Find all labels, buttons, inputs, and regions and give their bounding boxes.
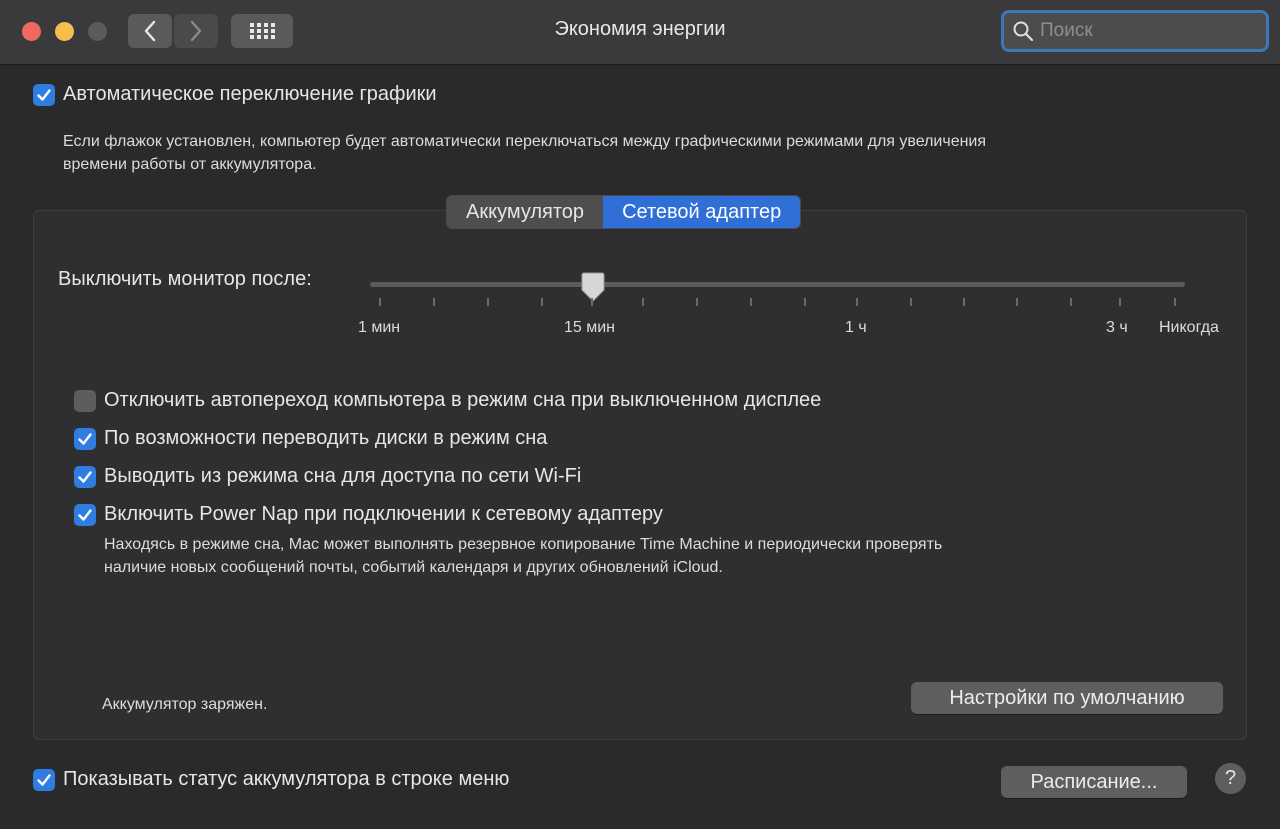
disk-sleep-checkbox[interactable]	[74, 428, 96, 450]
slider-tick	[541, 298, 543, 306]
wake-wifi-checkbox[interactable]	[74, 466, 96, 488]
display-sleep-slider-knob[interactable]	[581, 272, 605, 307]
schedule-button[interactable]: Расписание...	[1001, 766, 1187, 798]
prevent-sleep-label: Отключить автопереход компьютера в режим…	[104, 389, 822, 411]
auto-graphics-label: Автоматическое переключение графики	[63, 83, 437, 105]
tick-label-1-h: 1 ч	[845, 319, 867, 336]
slider-tick	[1016, 298, 1018, 306]
prevent-sleep-checkbox[interactable]	[74, 390, 96, 412]
slider-tick	[963, 298, 965, 306]
wake-wifi-label: Выводить из режима сна для доступа по се…	[104, 465, 582, 487]
tick-label-never: Никогда	[1159, 319, 1219, 336]
slider-tick	[379, 298, 381, 306]
checkmark-icon	[78, 509, 92, 521]
auto-graphics-checkbox[interactable]	[33, 84, 55, 106]
slider-tick	[487, 298, 489, 306]
slider-tick	[750, 298, 752, 306]
slider-tick	[642, 298, 644, 306]
slider-tick	[591, 298, 593, 306]
auto-graphics-description-line2: времени работы от аккумулятора.	[63, 156, 317, 173]
display-sleep-label: Выключить монитор после:	[58, 268, 312, 290]
slider-tick	[1070, 298, 1072, 306]
slider-thumb-icon	[581, 272, 605, 302]
checkmark-icon	[37, 774, 51, 786]
search-input[interactable]	[1040, 20, 1240, 42]
search-field[interactable]	[1001, 10, 1269, 52]
checkmark-icon	[78, 471, 92, 483]
search-icon	[1013, 21, 1034, 42]
checkmark-icon	[78, 433, 92, 445]
power-nap-label: Включить Power Nap при подключении к сет…	[104, 503, 663, 525]
power-nap-note-line2: наличие новых сообщений почты, событий к…	[104, 559, 723, 576]
title-bar: Экономия энергии	[0, 0, 1280, 65]
tab-power-adapter[interactable]: Сетевой адаптер	[603, 196, 801, 228]
slider-tick	[433, 298, 435, 306]
disk-sleep-label: По возможности переводить диски в режим …	[104, 427, 548, 449]
tick-label-15-min: 15 мин	[564, 319, 616, 336]
checkmark-icon	[37, 89, 51, 101]
slider-tick	[856, 298, 858, 306]
show-battery-status-label: Показывать статус аккумулятора в строке …	[63, 768, 510, 790]
slider-tick	[804, 298, 806, 306]
tick-label-3-h: 3 ч	[1106, 319, 1128, 336]
power-source-tabs: Аккумулятор Сетевой адаптер	[446, 195, 802, 229]
tick-label-1-min: 1 мин	[358, 319, 401, 336]
help-button[interactable]: ?	[1215, 763, 1246, 794]
power-nap-note-line1: Находясь в режиме сна, Mac может выполня…	[104, 536, 943, 553]
show-battery-status-checkbox[interactable]	[33, 769, 55, 791]
auto-graphics-description-line1: Если флажок установлен, компьютер будет …	[63, 133, 987, 150]
slider-tick	[1174, 298, 1176, 306]
restore-defaults-button[interactable]: Настройки по умолчанию	[911, 682, 1223, 714]
tab-battery[interactable]: Аккумулятор	[447, 196, 604, 228]
battery-status-text: Аккумулятор заряжен.	[102, 696, 268, 713]
slider-tick	[696, 298, 698, 306]
preferences-window: Экономия энергии Автоматическое переключ…	[0, 0, 1280, 829]
slider-tick	[1119, 298, 1121, 306]
power-nap-checkbox[interactable]	[74, 504, 96, 526]
slider-tick	[910, 298, 912, 306]
display-sleep-slider-track[interactable]	[370, 282, 1185, 287]
